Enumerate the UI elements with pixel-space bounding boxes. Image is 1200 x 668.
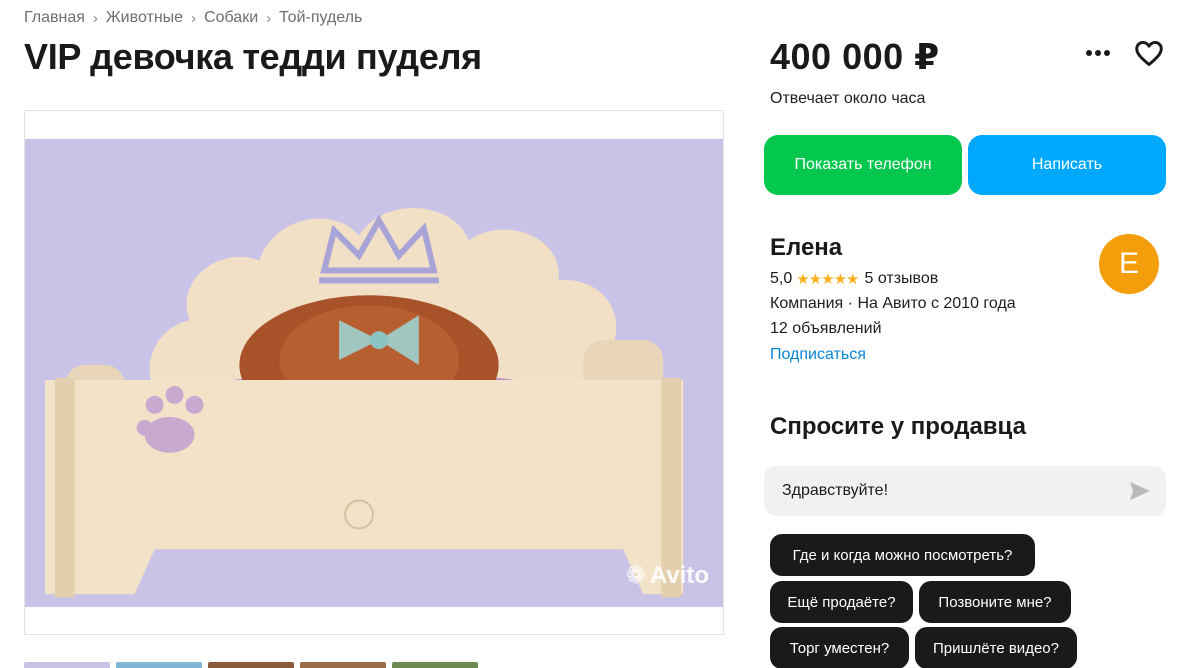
price: 400 000 ₽ (770, 36, 940, 77)
breadcrumb: Главная › Животные › Собаки › Той-пудель (24, 9, 362, 27)
dog-bed-photo (25, 111, 723, 634)
thumbnail-2[interactable] (116, 662, 202, 668)
seller-listings[interactable]: 12 объявлений (770, 320, 882, 338)
favorite-button[interactable] (1132, 38, 1166, 68)
avatar[interactable]: Е (1099, 234, 1159, 294)
star-rating-icon: ★★★★★ (796, 271, 859, 288)
seller-rating: 5,0 ★★★★★ 5 отзывов (770, 270, 938, 288)
quick-question-chip[interactable]: Торг уместен? (770, 627, 909, 668)
thumbnail-strip (24, 662, 478, 668)
thumbnail-5[interactable] (392, 662, 478, 668)
ask-seller-title: Спросите у продавца (770, 413, 1026, 440)
more-horizontal-icon (1086, 50, 1110, 56)
heart-icon (1135, 40, 1163, 66)
thumbnail-4[interactable] (300, 662, 386, 668)
breadcrumb-animals[interactable]: Животные (106, 9, 183, 27)
message-box (764, 466, 1166, 516)
seller-type: Компания · На Авито с 2010 года (770, 295, 1016, 312)
chevron-right-icon: › (92, 9, 98, 27)
breadcrumb-toy-poodle[interactable]: Той-пудель (279, 9, 362, 27)
subscribe-link[interactable]: Подписаться (770, 346, 866, 364)
breadcrumb-home[interactable]: Главная (24, 9, 85, 27)
quick-question-chip[interactable]: Где и когда можно посмотреть? (770, 534, 1035, 576)
send-button[interactable] (1128, 479, 1152, 503)
main-photo[interactable]: ❁ Avito (24, 110, 724, 635)
thumbnail-1[interactable] (24, 662, 110, 668)
quick-question-chip[interactable]: Пришлёте видео? (915, 627, 1077, 668)
seller-name[interactable]: Елена (770, 234, 842, 262)
avito-watermark: ❁ Avito (625, 561, 709, 590)
page-title: VIP девочка тедди пуделя (24, 36, 482, 77)
response-time: Отвечает около часа (770, 90, 926, 107)
quick-question-chip[interactable]: Позвоните мне? (919, 581, 1071, 623)
show-phone-button[interactable]: Показать телефон (764, 135, 962, 195)
rating-value: 5,0 (770, 270, 793, 287)
message-input[interactable] (782, 482, 1128, 500)
chevron-right-icon: › (266, 9, 272, 27)
thumbnail-3[interactable] (208, 662, 294, 668)
send-icon (1130, 482, 1150, 500)
write-message-button[interactable]: Написать (968, 135, 1166, 195)
breadcrumb-dogs[interactable]: Собаки (204, 9, 258, 27)
chevron-right-icon: › (191, 9, 197, 27)
paw-icon: ❁ (625, 562, 646, 589)
more-options-button[interactable] (1081, 38, 1115, 68)
quick-question-chip[interactable]: Ещё продаёте? (770, 581, 913, 623)
reviews-link[interactable]: 5 отзывов (865, 270, 939, 288)
